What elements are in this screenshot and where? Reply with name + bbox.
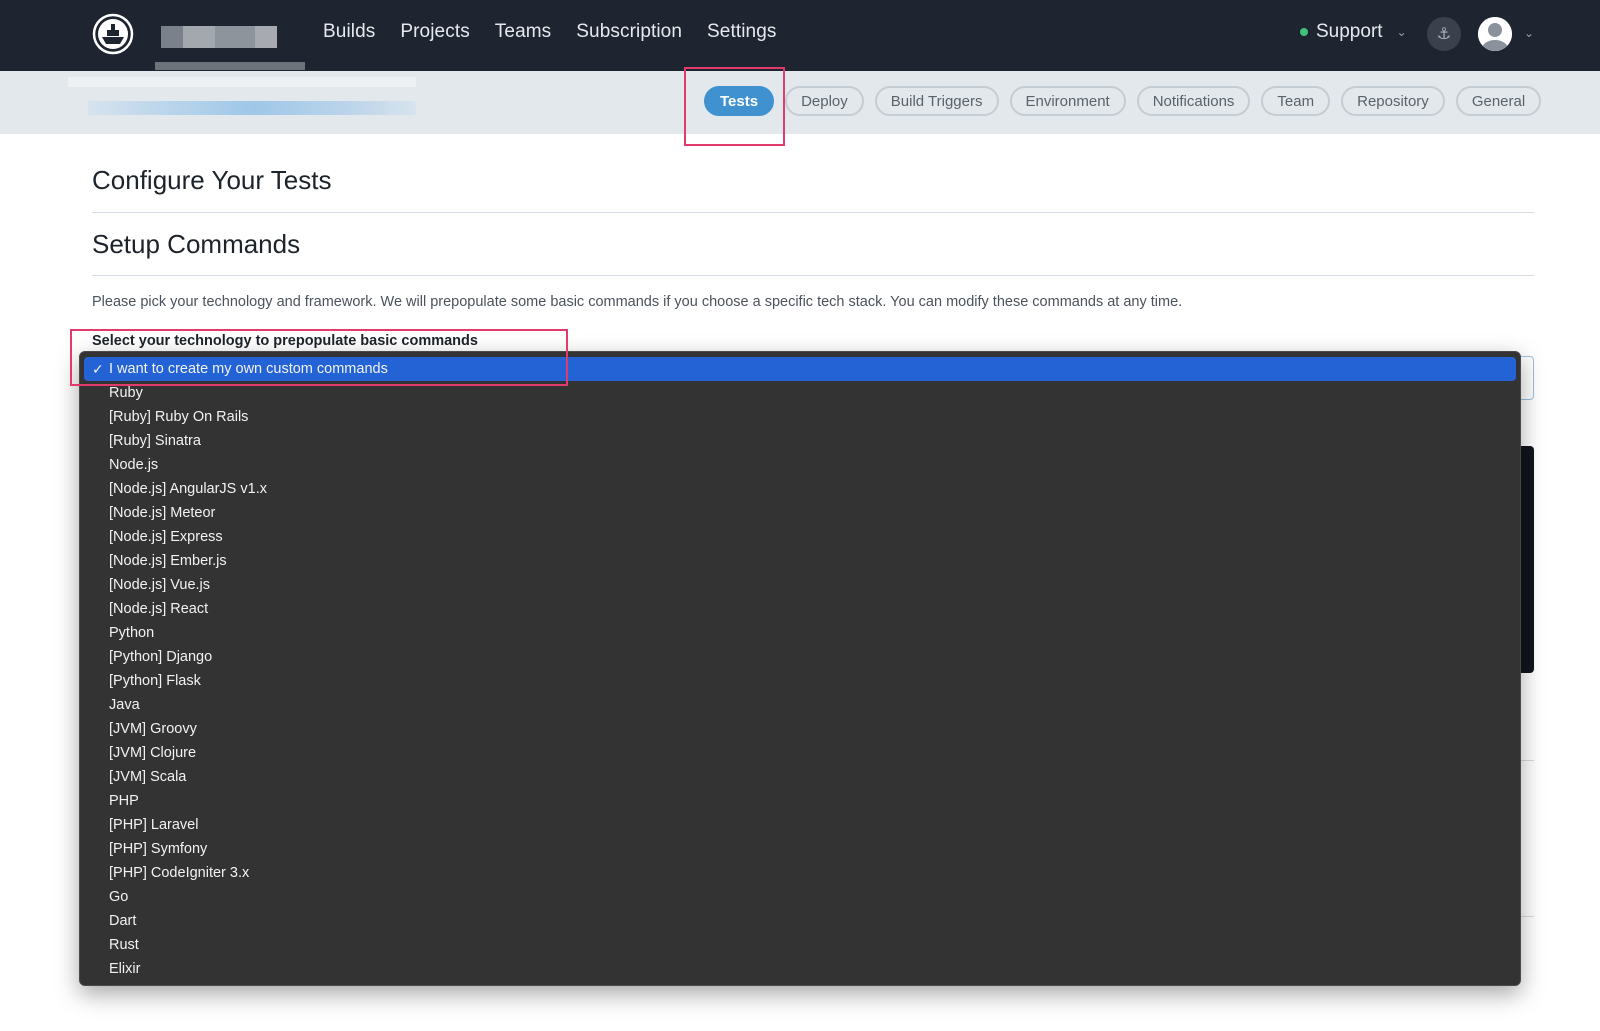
project-name-redacted[interactable] [68, 77, 416, 125]
user-avatar-icon[interactable] [1478, 17, 1512, 51]
technology-select-label: Select your technology to prepopulate ba… [92, 333, 478, 349]
dropdown-option[interactable]: [PHP] CodeIgniter 3.x [84, 861, 1516, 885]
tab-general[interactable]: General [1455, 86, 1542, 116]
nav-link-subscription[interactable]: Subscription [576, 21, 682, 43]
tab-notifications[interactable]: Notifications [1136, 86, 1251, 116]
top-navigation-bar: Builds Projects Teams Subscription Setti… [0, 0, 1600, 71]
dropdown-option[interactable]: [Node.js] Express [84, 525, 1516, 549]
dropdown-option[interactable]: [Python] Flask [84, 669, 1516, 693]
status-dot-icon [1300, 28, 1308, 36]
tab-deploy[interactable]: Deploy [785, 86, 864, 116]
dropdown-option[interactable]: Dart [84, 909, 1516, 933]
project-tabs: Tests Deploy Build Triggers Environment … [704, 86, 1542, 116]
option-label: I want to create my own custom commands [109, 361, 388, 377]
dropdown-option[interactable]: PHP [84, 789, 1516, 813]
dropdown-option[interactable]: [JVM] Groovy [84, 717, 1516, 741]
dropdown-option[interactable]: Python [84, 621, 1516, 645]
organization-name-redacted[interactable] [155, 14, 305, 71]
support-menu[interactable]: Support ⌄ [1300, 21, 1407, 43]
dropdown-option-custom-commands[interactable]: ✓ I want to create my own custom command… [84, 357, 1516, 381]
dropdown-option[interactable]: [PHP] Symfony [84, 837, 1516, 861]
divider [92, 212, 1534, 213]
dropdown-option[interactable]: Java [84, 693, 1516, 717]
nav-link-projects[interactable]: Projects [400, 21, 469, 43]
main-nav-links: Builds Projects Teams Subscription Setti… [323, 21, 776, 43]
support-label: Support [1316, 21, 1383, 42]
tab-team[interactable]: Team [1261, 86, 1331, 116]
checkmark-icon: ✓ [92, 361, 104, 377]
dropdown-option[interactable]: [JVM] Scala [84, 765, 1516, 789]
section-description: Please pick your technology and framewor… [92, 294, 1183, 310]
divider [92, 275, 1534, 276]
tab-environment[interactable]: Environment [1009, 86, 1126, 116]
dropdown-option[interactable]: [Node.js] Meteor [84, 501, 1516, 525]
anchor-icon[interactable]: ⚓ [1427, 17, 1461, 51]
dropdown-option[interactable]: Ruby [84, 381, 1516, 405]
dropdown-option[interactable]: [Node.js] AngularJS v1.x [84, 477, 1516, 501]
nav-link-teams[interactable]: Teams [495, 21, 551, 43]
dropdown-option[interactable]: Elixir [84, 957, 1516, 981]
tab-tests[interactable]: Tests [704, 86, 775, 116]
page-title: Configure Your Tests [92, 165, 332, 195]
dropdown-option[interactable]: [JVM] Clojure [84, 741, 1516, 765]
dropdown-option[interactable]: [Node.js] React [84, 597, 1516, 621]
project-subnav: Tests Deploy Build Triggers Environment … [0, 71, 1600, 134]
dropdown-option[interactable]: [Python] Django [84, 645, 1516, 669]
nav-link-builds[interactable]: Builds [323, 21, 375, 43]
tab-repository[interactable]: Repository [1341, 86, 1445, 116]
section-title: Setup Commands [92, 229, 301, 259]
chevron-down-icon: ⌄ [1396, 25, 1407, 39]
dropdown-option[interactable]: [Node.js] Ember.js [84, 549, 1516, 573]
dropdown-option[interactable]: [Node.js] Vue.js [84, 573, 1516, 597]
dropdown-option[interactable]: Go [84, 885, 1516, 909]
chevron-down-icon[interactable]: ⌄ [1524, 26, 1534, 40]
nav-link-settings[interactable]: Settings [707, 21, 776, 43]
dropdown-option[interactable]: [PHP] Laravel [84, 813, 1516, 837]
dropdown-option[interactable]: Rust [84, 933, 1516, 957]
dropdown-option[interactable]: Node.js [84, 453, 1516, 477]
technology-dropdown-list[interactable]: ✓ I want to create my own custom command… [79, 351, 1521, 986]
dropdown-option[interactable]: [Ruby] Sinatra [84, 429, 1516, 453]
ship-logo-icon[interactable] [92, 13, 134, 55]
dropdown-option[interactable]: [Ruby] Ruby On Rails [84, 405, 1516, 429]
tab-build-triggers[interactable]: Build Triggers [874, 86, 999, 116]
